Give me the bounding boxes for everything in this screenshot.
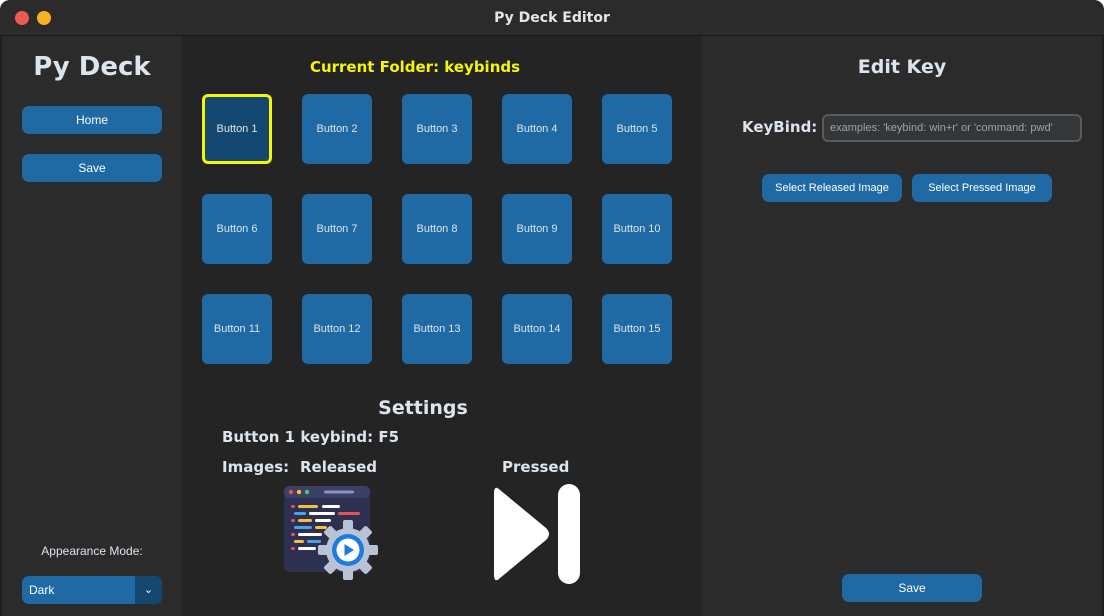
- deck-key-button-10[interactable]: Button 10: [602, 194, 672, 264]
- deck-key-button-6[interactable]: Button 6: [202, 194, 272, 264]
- deck-key-button-9[interactable]: Button 9: [502, 194, 572, 264]
- deck-key-button-2[interactable]: Button 2: [302, 94, 372, 164]
- window-title: Py Deck Editor: [494, 10, 610, 26]
- images-label: Images:: [222, 458, 290, 476]
- deck-key-button-12[interactable]: Button 12: [302, 294, 372, 364]
- deck-key-button-3[interactable]: Button 3: [402, 94, 472, 164]
- deck-key-button-15[interactable]: Button 15: [602, 294, 672, 364]
- deck-key-button-8[interactable]: Button 8: [402, 194, 472, 264]
- keybind-label: KeyBind:: [742, 118, 818, 136]
- select-released-image-button[interactable]: Select Released Image: [762, 174, 902, 202]
- deck-key-button-4[interactable]: Button 4: [502, 94, 572, 164]
- released-label: Released: [300, 458, 377, 476]
- deck-key-button-14[interactable]: Button 14: [502, 294, 572, 364]
- edit-key-title: Edit Key: [857, 56, 947, 78]
- deck-panel: Current Folder: keybinds Button 1 Button …: [182, 36, 702, 616]
- app-logo-text: Py Deck: [33, 52, 151, 82]
- keybind-input[interactable]: [822, 114, 1082, 142]
- deck-key-button-7[interactable]: Button 7: [302, 194, 372, 264]
- chevron-down-icon[interactable]: ⌄: [135, 576, 162, 604]
- play-pause-icon: [494, 484, 580, 584]
- home-button[interactable]: Home: [22, 106, 162, 134]
- title-bar: Py Deck Editor: [0, 0, 1104, 36]
- save-button[interactable]: Save: [22, 154, 162, 182]
- appearance-mode-label: Appearance Mode:: [41, 544, 143, 558]
- appearance-mode-select[interactable]: Dark ⌄: [22, 576, 162, 604]
- current-folder-title: Current Folder: keybinds: [309, 58, 521, 76]
- pressed-image-preview: [494, 484, 580, 584]
- settings-title: Settings: [378, 397, 468, 419]
- sidebar: Py Deck Home Save Appearance Mode: Dark …: [2, 36, 182, 616]
- code-playback-gear-icon: [284, 486, 378, 580]
- appearance-mode-value: Dark: [29, 583, 55, 597]
- keybind-info: Button 1 keybind: F5: [222, 428, 400, 446]
- deck-key-button-13[interactable]: Button 13: [402, 294, 472, 364]
- save-key-button[interactable]: Save: [842, 574, 982, 602]
- released-image-preview: [284, 486, 378, 580]
- deck-key-button-11[interactable]: Button 11: [202, 294, 272, 364]
- select-pressed-image-button[interactable]: Select Pressed Image: [912, 174, 1052, 202]
- pressed-label: Pressed: [502, 458, 570, 476]
- deck-key-button-1[interactable]: Button 1: [202, 94, 272, 164]
- deck-key-button-5[interactable]: Button 5: [602, 94, 672, 164]
- app-window: Py Deck Editor Py Deck Home Save Appeara…: [0, 0, 1104, 616]
- edit-key-panel: Edit Key KeyBind: Select Released Image …: [702, 36, 1102, 616]
